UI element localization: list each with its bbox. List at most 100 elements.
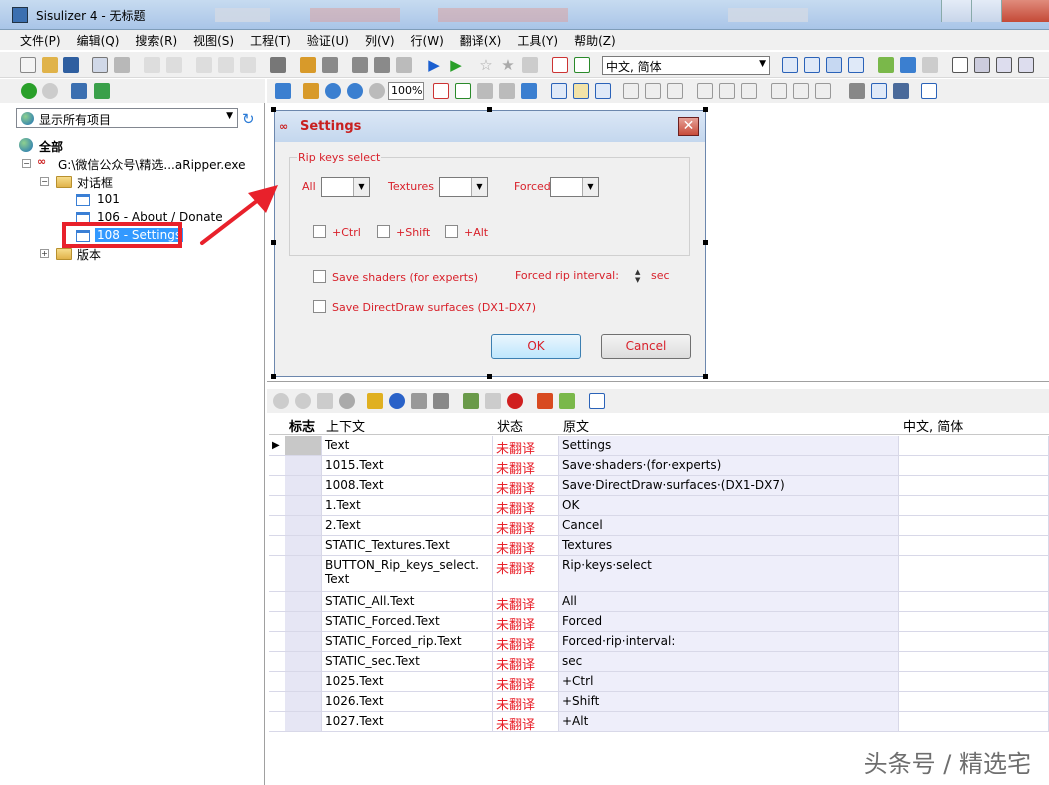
- original-cell[interactable]: +Shift: [559, 692, 899, 711]
- menu-column[interactable]: 列(V): [365, 32, 395, 49]
- original-cell[interactable]: Save·shaders·(for·experts): [559, 456, 899, 475]
- filter-icon[interactable]: [878, 57, 894, 73]
- language-select[interactable]: 中文, 简体 ▼: [602, 56, 770, 75]
- align-middle-icon[interactable]: [719, 83, 735, 99]
- window-icon[interactable]: [521, 83, 537, 99]
- clear-filter-icon[interactable]: [922, 57, 938, 73]
- resize-handle[interactable]: [703, 240, 708, 245]
- flag-cell[interactable]: [285, 632, 322, 651]
- original-cell[interactable]: Save·DirectDraw·surfaces·(DX1-DX7): [559, 476, 899, 495]
- menu-project[interactable]: 工程(T): [250, 32, 291, 49]
- menu-validate[interactable]: 验证(U): [307, 32, 349, 49]
- translation-cell[interactable]: [899, 436, 1049, 455]
- refresh-icon[interactable]: ↻: [242, 110, 255, 128]
- original-cell[interactable]: sec: [559, 652, 899, 671]
- tag-icon[interactable]: [317, 393, 333, 409]
- table-row[interactable]: 1015.Text 未翻译 Save·shaders·(for·experts): [269, 456, 1049, 477]
- align-left-icon[interactable]: [623, 83, 639, 99]
- status-cell[interactable]: 未翻译: [493, 712, 559, 733]
- flag-cell[interactable]: [285, 652, 322, 671]
- resize-handle[interactable]: [487, 107, 492, 112]
- check-icon[interactable]: [455, 83, 471, 99]
- resize-handle[interactable]: [271, 374, 276, 379]
- build-all-icon[interactable]: [396, 57, 412, 73]
- collapse-icon[interactable]: −: [22, 159, 31, 168]
- translation-cell[interactable]: [899, 632, 1049, 651]
- flag-cell[interactable]: [285, 592, 322, 611]
- table-row[interactable]: 1027.Text 未翻译 +Alt: [269, 712, 1049, 733]
- back-icon[interactable]: [21, 83, 37, 99]
- original-cell[interactable]: Textures: [559, 536, 899, 555]
- table-row[interactable]: STATIC_sec.Text 未翻译 sec: [269, 652, 1049, 673]
- forward-icon[interactable]: [42, 83, 58, 99]
- menu-translate[interactable]: 翻译(X): [460, 32, 502, 49]
- filter-select[interactable]: 显示所有项目 ▼: [16, 108, 238, 128]
- status-cell[interactable]: 未翻译: [493, 632, 559, 653]
- status-cell[interactable]: 未翻译: [493, 436, 559, 457]
- flag-cell[interactable]: [285, 516, 322, 535]
- report-icon[interactable]: [552, 57, 568, 73]
- refresh-icon[interactable]: [900, 57, 916, 73]
- translation-cell[interactable]: [899, 652, 1049, 671]
- copy-icon[interactable]: [218, 57, 234, 73]
- context-cell[interactable]: 1027.Text: [322, 712, 493, 731]
- preview-icon[interactable]: [92, 57, 108, 73]
- status-cell[interactable]: 未翻译: [493, 536, 559, 557]
- context-cell[interactable]: 1008.Text: [322, 476, 493, 495]
- info-icon[interactable]: [389, 393, 405, 409]
- align-bottom-icon[interactable]: [741, 83, 757, 99]
- table-row[interactable]: 1026.Text 未翻译 +Shift: [269, 692, 1049, 713]
- context-cell[interactable]: 2.Text: [322, 516, 493, 535]
- ok-button[interactable]: OK: [491, 334, 581, 359]
- undo-icon[interactable]: [144, 57, 160, 73]
- status-cell[interactable]: 未翻译: [493, 456, 559, 477]
- original-cell[interactable]: Settings: [559, 436, 899, 455]
- same-height-icon[interactable]: [793, 83, 809, 99]
- flag-cell[interactable]: [285, 496, 322, 515]
- shift-checkbox[interactable]: [377, 225, 390, 238]
- context-cell[interactable]: Text: [322, 436, 493, 455]
- table-row[interactable]: STATIC_Textures.Text 未翻译 Textures: [269, 536, 1049, 557]
- ctrl-checkbox[interactable]: [313, 225, 326, 238]
- original-cell[interactable]: +Alt: [559, 712, 899, 731]
- package-icon[interactable]: [114, 57, 130, 73]
- translation-cell[interactable]: [899, 516, 1049, 535]
- context-cell[interactable]: STATIC_Forced.Text: [322, 612, 493, 631]
- options-icon[interactable]: [1018, 57, 1034, 73]
- table-row[interactable]: 1.Text 未翻译 OK: [269, 496, 1049, 517]
- zoom-level[interactable]: 100%: [388, 82, 424, 100]
- menu-file[interactable]: 文件(P): [20, 32, 61, 49]
- same-size-icon[interactable]: [815, 83, 831, 99]
- flag-cell[interactable]: [285, 536, 322, 555]
- align-right-icon[interactable]: [667, 83, 683, 99]
- header-translation[interactable]: 中文, 简体: [903, 416, 963, 435]
- flag-cell[interactable]: [285, 612, 322, 631]
- table-row[interactable]: STATIC_Forced.Text 未翻译 Forced: [269, 612, 1049, 633]
- lock-icon[interactable]: [367, 393, 383, 409]
- textures-combo[interactable]: ▼: [439, 177, 488, 197]
- flag-cell[interactable]: [285, 556, 322, 591]
- interval-spinner[interactable]: ▲ ▼: [635, 268, 640, 284]
- save-shaders-checkbox[interactable]: [313, 270, 326, 283]
- table-row[interactable]: 1025.Text 未翻译 +Ctrl: [269, 672, 1049, 693]
- paste-icon[interactable]: [240, 57, 256, 73]
- validate-icon[interactable]: [574, 57, 590, 73]
- form-icon[interactable]: [551, 83, 567, 99]
- find-icon[interactable]: [270, 57, 286, 73]
- layout2-icon[interactable]: [804, 57, 820, 73]
- flag-cell[interactable]: [285, 476, 322, 495]
- run-icon[interactable]: ▶: [426, 57, 442, 73]
- translation-cell[interactable]: [899, 612, 1049, 631]
- alt-checkbox[interactable]: [445, 225, 458, 238]
- table-icon[interactable]: [871, 83, 887, 99]
- align-center-icon[interactable]: [645, 83, 661, 99]
- layout3-icon[interactable]: [826, 57, 842, 73]
- original-cell[interactable]: Forced: [559, 612, 899, 631]
- home-icon[interactable]: [275, 83, 291, 99]
- tool-icon[interactable]: [477, 83, 493, 99]
- status-cell[interactable]: 未翻译: [493, 652, 559, 673]
- zoom-out-icon[interactable]: [347, 83, 363, 99]
- flag-cell[interactable]: [285, 692, 322, 711]
- menu-view[interactable]: 视图(S): [193, 32, 234, 49]
- check-circle-icon[interactable]: [339, 393, 355, 409]
